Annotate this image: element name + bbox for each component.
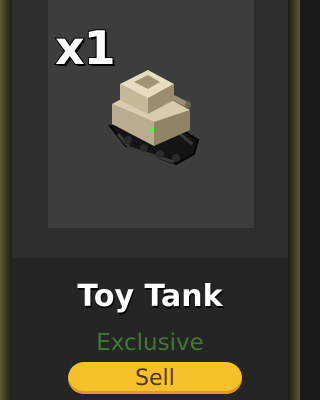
- toy-tank-icon: [107, 70, 200, 166]
- sell-button[interactable]: Sell: [68, 362, 242, 394]
- sell-button-label: Sell: [135, 365, 175, 391]
- item-name: Toy Tank: [77, 279, 223, 314]
- item-rarity: Exclusive: [96, 330, 204, 356]
